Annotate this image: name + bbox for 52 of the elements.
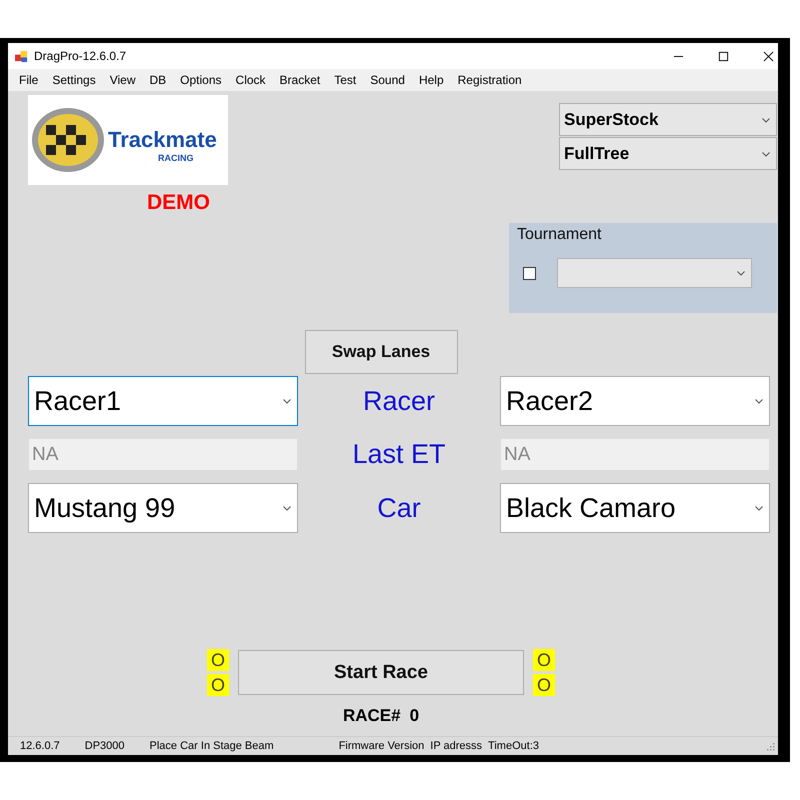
- window-title: DragPro-12.6.0.7: [34, 49, 126, 63]
- menu-item[interactable]: Sound: [363, 73, 412, 87]
- chevron-icon: [283, 399, 291, 404]
- menu-item[interactable]: Help: [412, 73, 451, 87]
- start-race-button[interactable]: Start Race: [238, 650, 524, 695]
- last-et-label: Last ET: [351, 439, 447, 470]
- tournament-checkbox[interactable]: [523, 266, 536, 280]
- lane-indicator: O: [533, 649, 555, 671]
- close-icon[interactable]: [763, 50, 774, 62]
- racer-dropdown[interactable]: Racer2: [500, 376, 770, 426]
- chevron-icon: [755, 506, 763, 511]
- menu-item[interactable]: Options: [173, 73, 229, 87]
- maximize-icon[interactable]: [718, 50, 729, 62]
- racer-label: Racer: [362, 386, 436, 416]
- racer-dropdown[interactable]: Racer1: [28, 376, 298, 426]
- status-text: Place Car In Stage Beam: [150, 740, 274, 752]
- status-text: DP3000: [84, 740, 125, 752]
- menu-item[interactable]: Clock: [228, 73, 273, 87]
- chevron-icon: [755, 399, 763, 404]
- swap-lanes-button[interactable]: Swap Lanes: [304, 330, 458, 374]
- chevron-icon: [762, 152, 770, 156]
- chevron-icon: [737, 271, 745, 276]
- race-number-label: RACE#: [342, 706, 401, 726]
- menu-item[interactable]: Bracket: [272, 73, 328, 87]
- menu-item[interactable]: Registration: [450, 73, 529, 87]
- menu-item[interactable]: View: [102, 73, 142, 87]
- menu-item[interactable]: Settings: [45, 73, 103, 87]
- lane-indicator: O: [207, 674, 229, 696]
- logo-drawing: Trackmate RACING: [28, 95, 228, 185]
- status-text: 12.6.0.7: [20, 740, 60, 752]
- tree-dropdown[interactable]: FullTree: [559, 137, 777, 170]
- app-icon: [15, 50, 28, 62]
- status-text: Firmware Version: [338, 740, 424, 752]
- race-number-value: 0: [410, 706, 420, 726]
- menu-item[interactable]: DB: [142, 73, 174, 87]
- last-et-field: NA: [500, 438, 770, 471]
- status-text: IP adresss: [430, 740, 482, 752]
- menu-item[interactable]: File: [12, 73, 46, 87]
- menu-item[interactable]: Test: [327, 73, 364, 87]
- resize-grip-icon[interactable]: [765, 741, 775, 751]
- demo-label: DEMO: [147, 191, 211, 215]
- class-dropdown[interactable]: SuperStock: [559, 103, 777, 136]
- car-label: Car: [376, 492, 422, 524]
- car-dropdown[interactable]: Mustang 99: [28, 483, 298, 533]
- lane-indicator: O: [207, 649, 229, 671]
- status-text: TimeOut:3: [488, 740, 539, 752]
- lane-indicator: O: [533, 674, 555, 696]
- chevron-icon: [762, 118, 770, 122]
- last-et-field: NA: [28, 438, 298, 471]
- car-dropdown[interactable]: Black Camaro: [500, 483, 770, 533]
- chevron-icon: [283, 506, 291, 511]
- tournament-title: Tournament: [517, 226, 602, 243]
